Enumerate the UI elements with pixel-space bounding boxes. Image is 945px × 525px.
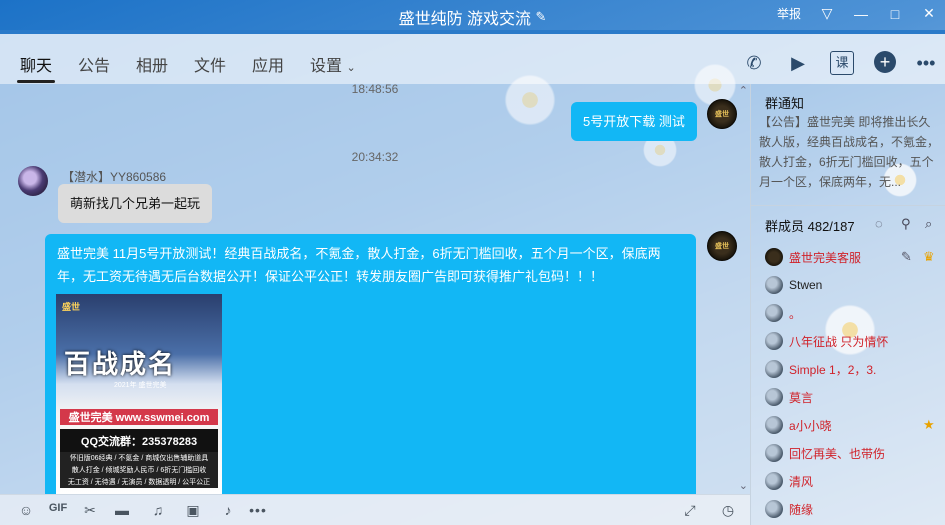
course-icon[interactable]: 课 bbox=[830, 51, 854, 75]
poster-image[interactable]: 盛世 百战成名 2021年 盛世完美 盛世完美 www.sswmei.com Q… bbox=[56, 294, 222, 494]
more-icon[interactable]: ••• bbox=[914, 51, 938, 75]
avatar[interactable] bbox=[18, 166, 48, 196]
poster-site: 盛世完美 www.sswmei.com bbox=[60, 409, 218, 425]
avatar bbox=[765, 444, 783, 462]
member-name: 清风 bbox=[789, 474, 814, 489]
member-name: 。 bbox=[789, 306, 802, 321]
scroll-up-icon[interactable]: ⌃ bbox=[739, 84, 748, 97]
avatar bbox=[765, 472, 783, 490]
sender-name[interactable]: 【潜水】YY860586 bbox=[62, 168, 166, 185]
member-item[interactable]: a小小晓 bbox=[765, 414, 943, 436]
member-item[interactable]: 盛世完美客服 bbox=[765, 246, 943, 268]
title-bar: 盛世纯防 游戏交流 ✎ 举报 ▽ — □ ✕ bbox=[0, 0, 945, 30]
minimize-button[interactable]: — bbox=[853, 6, 869, 22]
poster-line: 散人打金 / 倾城奖励人民币 / 6折无门槛回收 bbox=[60, 464, 218, 476]
member-item[interactable]: 随缘 bbox=[765, 498, 943, 520]
avatar bbox=[765, 332, 783, 350]
avatar bbox=[765, 500, 783, 518]
chat-icon[interactable]: ◌ bbox=[875, 216, 883, 231]
poster-qq: QQ交流群：235378283 bbox=[60, 429, 218, 453]
maximize-button[interactable]: □ bbox=[887, 6, 903, 22]
avatar-label: 盛世 bbox=[715, 243, 729, 250]
close-button[interactable]: ✕ bbox=[921, 5, 937, 22]
avatar bbox=[765, 304, 783, 322]
scroll-down-icon[interactable]: ⌄ bbox=[739, 479, 748, 492]
chat-window: 盛世纯防 游戏交流 ✎ 举报 ▽ — □ ✕ 聊天 公告 相册 文件 应用 设置… bbox=[0, 0, 945, 525]
poster-line: 怀旧版06经典 / 不氪金 / 商城仅出售辅助道具 bbox=[60, 452, 218, 464]
edit-icon[interactable]: ✎ bbox=[536, 9, 547, 24]
tab-chat[interactable]: 聊天 bbox=[16, 52, 56, 83]
avatar[interactable]: 盛世 bbox=[707, 231, 737, 261]
member-item[interactable]: 莫言 bbox=[765, 386, 943, 408]
members-title: 群成员 482/187 bbox=[765, 219, 855, 234]
message-bubble[interactable]: 萌新找几个兄弟一起玩 bbox=[58, 184, 213, 223]
dropdown-button[interactable]: ▽ bbox=[819, 5, 835, 22]
report-button[interactable]: 举报 bbox=[777, 5, 801, 22]
notice-title: 群通知 bbox=[765, 96, 805, 111]
poster-headline: 百战成名 bbox=[64, 349, 177, 379]
member-name: Stwen bbox=[789, 278, 823, 292]
scissors-icon[interactable]: ✂ bbox=[80, 502, 100, 520]
tab-settings-label: 设置 bbox=[310, 58, 343, 75]
bell-icon[interactable]: ♪ bbox=[218, 502, 238, 520]
poster-line: 无工资 / 无待遇 / 无演员 / 数据透明 / 公平公正 bbox=[60, 476, 218, 488]
message-text: 盛世完美 11月5号开放测试！经典百战成名，不氪金，散人打金，6折无门槛回收，五… bbox=[57, 246, 661, 284]
tab-settings[interactable]: 设置 ⌄ bbox=[310, 52, 356, 76]
music-icon[interactable]: ♫ bbox=[148, 502, 168, 520]
emoji-icon[interactable]: ☺ bbox=[16, 502, 36, 520]
folder-icon[interactable]: ▬ bbox=[112, 502, 132, 520]
member-item[interactable]: Simple 1，2，3. bbox=[765, 358, 943, 380]
member-item[interactable]: 清风 bbox=[765, 470, 943, 492]
expand-icon[interactable]: ⤢ bbox=[680, 502, 700, 520]
member-item[interactable]: 。 bbox=[765, 302, 943, 324]
member-name: a小小晓 bbox=[789, 418, 832, 433]
member-name: Simple 1，2，3. bbox=[789, 362, 877, 377]
timestamp: 20:34:32 bbox=[351, 150, 399, 164]
timestamp: 18:48:56 bbox=[351, 84, 399, 96]
tab-bar: 聊天 公告 相册 文件 应用 设置 ⌄ ✆ ▶ 课 + ••• bbox=[0, 30, 945, 84]
chevron-down-icon: ⌄ bbox=[346, 62, 356, 74]
avatar[interactable]: 盛世 bbox=[707, 99, 737, 129]
avatar bbox=[765, 248, 783, 266]
tab-files[interactable]: 文件 bbox=[194, 52, 226, 76]
image-icon[interactable]: ▣ bbox=[183, 502, 203, 520]
video-icon[interactable]: ▶ bbox=[786, 51, 810, 75]
add-member-icon[interactable]: ⚲ bbox=[901, 216, 911, 232]
avatar bbox=[765, 416, 783, 434]
member-item[interactable]: 回忆再美、也带伤 bbox=[765, 442, 943, 464]
divider bbox=[751, 205, 945, 206]
gif-icon[interactable]: GIF bbox=[46, 502, 70, 520]
avatar bbox=[765, 388, 783, 406]
poster-year: 2021年 盛世完美 bbox=[114, 382, 167, 389]
star-icon: ★ bbox=[923, 417, 935, 432]
tab-announcement[interactable]: 公告 bbox=[78, 52, 110, 76]
avatar bbox=[765, 360, 783, 378]
avatar bbox=[765, 276, 783, 294]
group-name: 盛世纯防 游戏交流 bbox=[398, 11, 532, 28]
search-icon[interactable]: ⌕ bbox=[925, 216, 932, 232]
member-name: 八年征战 只为情怀 bbox=[789, 334, 889, 349]
poster-logo: 盛世 bbox=[62, 302, 81, 312]
avatar-label: 盛世 bbox=[715, 111, 729, 118]
tab-apps[interactable]: 应用 bbox=[252, 52, 284, 76]
tab-album[interactable]: 相册 bbox=[136, 52, 168, 76]
edit-icon[interactable]: ✎ bbox=[901, 249, 912, 265]
more-icon[interactable]: ••• bbox=[248, 502, 268, 520]
input-toolbar: ☺ GIF ✂ ▬ ♫ ▣ ♪ ••• ⤢ ◷ bbox=[0, 494, 750, 525]
member-item[interactable]: Stwen bbox=[765, 274, 943, 296]
owner-icon: ♛ bbox=[923, 249, 935, 264]
member-item[interactable]: 八年征战 只为情怀 bbox=[765, 330, 943, 352]
member-name: 莫言 bbox=[789, 390, 814, 405]
phone-icon[interactable]: ✆ bbox=[742, 51, 766, 75]
clock-icon[interactable]: ◷ bbox=[718, 502, 738, 520]
member-name: 盛世完美客服 bbox=[789, 250, 862, 265]
add-icon[interactable]: + bbox=[874, 51, 896, 73]
chat-area[interactable]: 18:48:56 ⌃ 5号开放下载 测试 盛世 20:34:32 【潜水】YY8… bbox=[0, 84, 750, 494]
right-panel: 群通知 【公告】盛世完美 即将推出长久散人版，经典百战成名，不氪金，散人打金，6… bbox=[750, 84, 945, 525]
member-name: 回忆再美、也带伤 bbox=[789, 446, 886, 461]
notice-body[interactable]: 【公告】盛世完美 即将推出长久散人版，经典百战成名，不氪金，散人打金，6折无门槛… bbox=[759, 112, 939, 196]
message-bubble-self[interactable]: 5号开放下载 测试 bbox=[571, 102, 697, 141]
member-name: 随缘 bbox=[789, 502, 814, 517]
